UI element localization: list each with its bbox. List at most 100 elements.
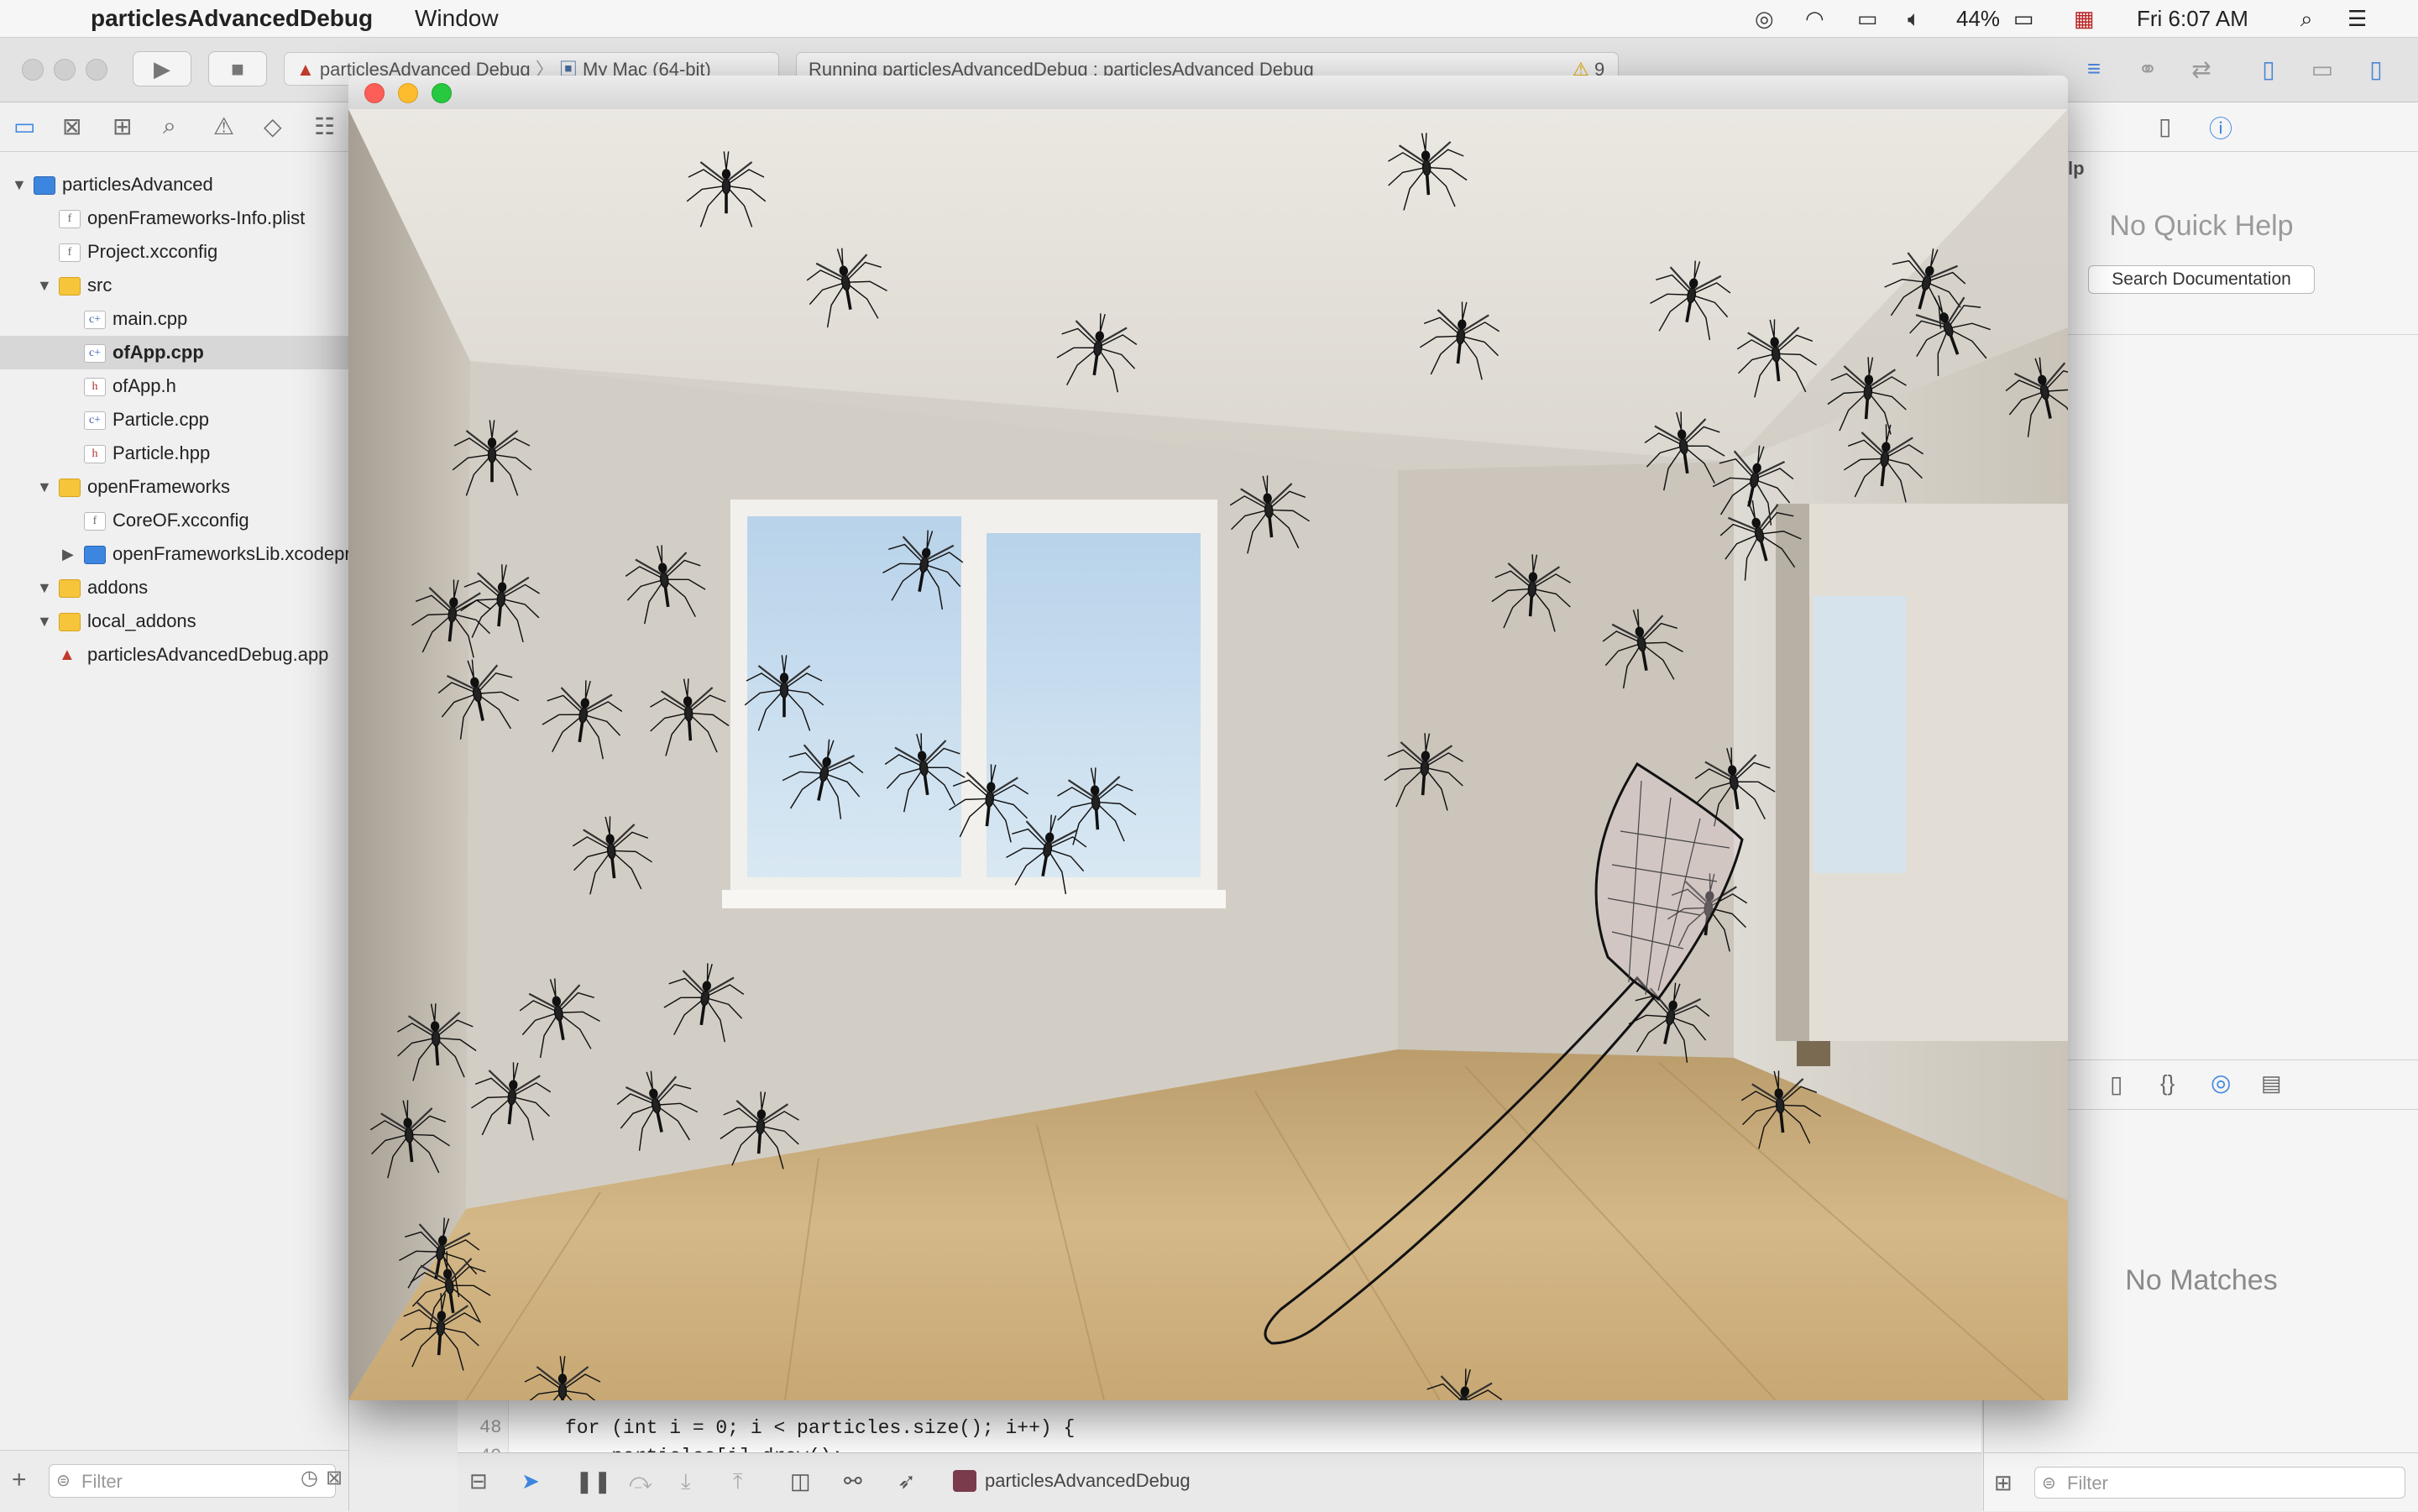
particle-scene[interactable] xyxy=(348,109,2068,1400)
tree-item[interactable]: ▲ particlesAdvancedDebug.app xyxy=(0,638,348,672)
spotlight-icon[interactable]: ⌕ xyxy=(2300,5,2313,32)
disclosure-open-icon[interactable]: ▼ xyxy=(37,571,52,604)
code-line: for (int i = 0; i < particles.size(); i+… xyxy=(565,1417,1076,1439)
toggle-utilities-button[interactable]: ▯ xyxy=(2353,51,2400,86)
tree-item-label: addons xyxy=(87,577,149,598)
code-editor[interactable]: 47 48 49 for (int i = 0; i < particles.s… xyxy=(458,1385,1981,1468)
toggle-debug-area-button[interactable]: ▭ xyxy=(2299,51,2346,86)
disclosure-open-icon[interactable]: ▼ xyxy=(37,470,52,504)
tree-item[interactable]: c+ ofApp.cpp xyxy=(0,336,348,369)
disclosure-open-icon[interactable]: ▼ xyxy=(37,604,52,638)
app-window-titlebar[interactable] xyxy=(348,76,2068,110)
battery-icon[interactable]: ▭ xyxy=(2013,5,2034,32)
media-library-icon[interactable]: ▤ xyxy=(2261,1070,2282,1096)
assistant-editor-icon: ⚭ xyxy=(2138,55,2158,82)
minimize-button[interactable] xyxy=(398,83,418,103)
search-documentation-button[interactable]: Search Documentation xyxy=(2088,265,2315,294)
filter-icon: ⊜ xyxy=(56,1472,71,1490)
standard-editor-button[interactable]: ≡ xyxy=(2070,51,2117,86)
header-file-icon: h xyxy=(84,378,106,396)
tree-item[interactable]: ▼ openFrameworks xyxy=(0,470,348,504)
cpp-file-icon: c+ xyxy=(84,411,106,430)
tree-item[interactable]: f Project.xcconfig xyxy=(0,235,348,269)
add-icon[interactable]: + xyxy=(12,1466,27,1494)
tree-item[interactable]: ▶ openFrameworksLib.xcodeproj xyxy=(0,537,365,571)
navigator-filter-field[interactable]: ⊜ Filter xyxy=(49,1464,336,1498)
version-editor-button[interactable]: ⇄ xyxy=(2178,51,2225,86)
file-template-icon[interactable]: ▯ xyxy=(2110,1070,2122,1098)
xcode-zoom-button[interactable] xyxy=(86,59,107,81)
issue-icon[interactable]: ⚠ xyxy=(213,112,234,140)
simulate-location-icon[interactable]: ➶ xyxy=(898,1468,916,1494)
tree-item[interactable]: h Particle.hpp xyxy=(0,437,348,470)
debug-process-name[interactable]: particlesAdvancedDebug xyxy=(985,1470,1191,1492)
filter-icon: ⊜ xyxy=(2042,1474,2056,1493)
tree-item[interactable]: ▼ particlesAdvanced xyxy=(0,168,348,201)
menubar-clock[interactable]: Fri 6:07 AM xyxy=(2137,5,2248,32)
breakpoints-toggle-icon[interactable]: ➤ xyxy=(521,1468,540,1494)
object-library-icon[interactable]: ◎ xyxy=(2211,1069,2231,1096)
code-snippet-icon[interactable]: {} xyxy=(2160,1070,2175,1096)
wifi-icon[interactable]: ◠ xyxy=(1805,5,1824,32)
folder-icon[interactable]: ▭ xyxy=(13,112,35,140)
volume-icon[interactable]: 🔈︎ xyxy=(1908,5,1921,32)
run-button[interactable]: ▶ xyxy=(133,51,191,86)
tree-item[interactable]: c+ Particle.cpp xyxy=(0,403,348,437)
step-in-icon[interactable]: ⤓ xyxy=(681,1468,691,1495)
step-over-icon[interactable]: ⤼ xyxy=(629,1468,652,1495)
version-editor-icon: ⇄ xyxy=(2191,55,2211,82)
airplay-icon[interactable]: ▭ xyxy=(1857,5,1878,32)
xcode-close-button[interactable] xyxy=(22,59,44,81)
tree-item-label: main.cpp xyxy=(113,308,188,329)
view-hierarchy-icon[interactable]: ◫ xyxy=(790,1468,811,1494)
step-out-icon[interactable]: ⤒ xyxy=(733,1468,743,1495)
tree-item-label: ofApp.h xyxy=(113,375,176,396)
tree-item[interactable]: h ofApp.h xyxy=(0,369,348,403)
grid-view-icon[interactable]: ⊞ xyxy=(1994,1470,2012,1496)
find-icon[interactable]: ⌕ xyxy=(163,112,176,140)
symbol-icon[interactable]: ⊞ xyxy=(113,112,132,140)
input-source-flag-icon[interactable]: ▦ xyxy=(2074,5,2095,32)
tree-item[interactable]: ▼ addons xyxy=(0,571,348,604)
toggle-navigator-button[interactable]: ▯ xyxy=(2245,51,2292,86)
tree-item[interactable]: f CoreOF.xcconfig xyxy=(0,504,348,537)
tree-item[interactable]: ▼ src xyxy=(0,269,348,302)
notification-center-icon[interactable]: ☰ xyxy=(2347,5,2367,32)
disclosure-open-icon[interactable]: ▼ xyxy=(37,269,52,302)
app-icon: ▲ xyxy=(59,646,76,664)
project-navigator: ▭ ⊠ ⊞ ⌕ ⚠ ◇ ☷ ▼ particlesAdvanced f openFra… xyxy=(0,102,365,1512)
app-menu[interactable]: particlesAdvancedDebug xyxy=(91,5,373,32)
window-menu[interactable]: Window xyxy=(415,5,499,32)
folder-icon xyxy=(59,613,81,631)
memory-graph-icon[interactable]: ⚯ xyxy=(844,1468,862,1494)
process-app-icon xyxy=(953,1470,976,1492)
zoom-button[interactable] xyxy=(432,83,452,103)
quick-help-icon[interactable]: ⓘ xyxy=(2209,111,2232,144)
scm-filter-icon[interactable]: ⊠ xyxy=(326,1466,343,1490)
config-file-icon: f xyxy=(59,210,81,228)
debug-icon[interactable]: ☷ xyxy=(314,112,335,140)
disclosure-open-icon[interactable]: ▼ xyxy=(12,168,27,201)
app-window[interactable] xyxy=(348,76,2068,1400)
tree-item-label: local_addons xyxy=(87,610,196,631)
source-control-icon[interactable]: ⊠ xyxy=(62,112,81,140)
tree-item[interactable]: c+ main.cpp xyxy=(0,302,348,336)
close-button[interactable] xyxy=(364,83,385,103)
tree-item-label: Particle.cpp xyxy=(113,409,209,430)
tree-item[interactable]: ▼ local_addons xyxy=(0,604,348,638)
disclosure-closed-icon[interactable]: ▶ xyxy=(62,537,74,571)
pause-icon[interactable]: ❚❚ xyxy=(575,1468,612,1494)
library-filter-field[interactable]: ⊜ Filter xyxy=(2034,1467,2405,1499)
file-inspector-icon[interactable]: ▯ xyxy=(2159,112,2171,140)
test-icon[interactable]: ◇ xyxy=(264,112,282,140)
recent-files-icon[interactable]: ◷ xyxy=(301,1466,318,1490)
stop-button[interactable]: ■ xyxy=(208,51,267,86)
hide-debug-area-icon[interactable]: ⊟ xyxy=(469,1468,488,1494)
tree-item[interactable]: f openFrameworks-Info.plist xyxy=(0,201,348,235)
folder-icon xyxy=(59,277,81,296)
assistant-editor-button[interactable]: ⚭ xyxy=(2124,51,2171,86)
navigator-filter-bar: + ⊜ Filter ◷ ⊠ xyxy=(0,1450,348,1512)
config-file-icon: f xyxy=(84,512,106,531)
creative-cloud-icon[interactable]: ◎ xyxy=(1755,5,1774,32)
xcode-minimize-button[interactable] xyxy=(54,59,76,81)
